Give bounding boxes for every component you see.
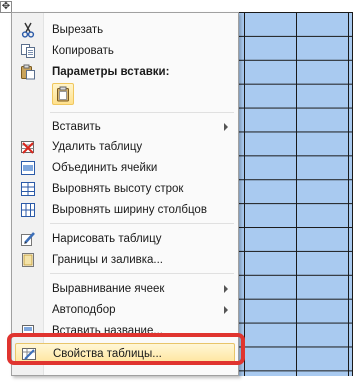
menu-item-label: Границы и заливка... bbox=[52, 254, 163, 266]
distribute-rows-icon bbox=[20, 181, 36, 197]
empty-icon-slot bbox=[20, 302, 36, 318]
menu-item-label: Нарисовать таблицу bbox=[52, 233, 162, 245]
menu-item-label: Выравнивание ячеек bbox=[52, 283, 165, 295]
annotation-highlight-frame bbox=[7, 333, 245, 365]
merge-cells-icon bbox=[20, 160, 36, 176]
submenu-arrow-icon bbox=[224, 123, 228, 131]
distribute-columns-icon bbox=[20, 202, 36, 218]
copy-icon bbox=[20, 43, 36, 59]
submenu-arrow-icon bbox=[224, 306, 228, 314]
menu-separator bbox=[50, 273, 234, 274]
empty-icon-slot bbox=[20, 119, 36, 135]
menu-item-label: Копировать bbox=[52, 45, 114, 57]
pencil-icon bbox=[20, 231, 36, 247]
empty-icon-slot bbox=[20, 281, 36, 297]
menu-item-label: Автоподбор bbox=[52, 304, 116, 316]
menu-item-paste-options: Параметры вставки: bbox=[13, 62, 237, 82]
menu-item-label: Выровнять высоту строк bbox=[52, 183, 184, 195]
menu-item-label: Объединить ячейки bbox=[52, 162, 158, 174]
menu-item-copy[interactable]: Копировать bbox=[13, 41, 237, 61]
menu-item-cell-alignment[interactable]: Выравнивание ячеек bbox=[13, 279, 237, 299]
menu-item-distribute-columns[interactable]: Выровнять ширину столбцов bbox=[13, 200, 237, 220]
menu-item-insert[interactable]: Вставить bbox=[13, 117, 237, 137]
menu-item-distribute-rows[interactable]: Выровнять высоту строк bbox=[13, 179, 237, 199]
menu-item-delete-table[interactable]: Удалить таблицу bbox=[13, 137, 237, 157]
menu-item-cut[interactable]: Вырезать bbox=[13, 20, 237, 40]
context-menu: Вырезать Копировать Параметры вставки: В… bbox=[11, 12, 239, 376]
menu-item-draw-table[interactable]: Нарисовать таблицу bbox=[13, 229, 237, 249]
menu-item-label: Вставить bbox=[52, 121, 101, 133]
paste-clipboard-icon bbox=[20, 64, 36, 80]
menu-item-autofit[interactable]: Автоподбор bbox=[13, 300, 237, 320]
menu-item-label: Параметры вставки: bbox=[52, 66, 170, 78]
menu-item-label: Вырезать bbox=[52, 24, 104, 36]
menu-separator bbox=[50, 112, 234, 113]
menu-separator bbox=[50, 223, 234, 224]
menu-item-borders-shading[interactable]: Границы и заливка... bbox=[13, 250, 237, 270]
menu-item-label: Удалить таблицу bbox=[52, 141, 143, 153]
menu-item-merge-cells[interactable]: Объединить ячейки bbox=[13, 158, 237, 178]
delete-table-icon bbox=[20, 139, 36, 155]
borders-icon bbox=[20, 252, 36, 268]
paste-clipboard-icon bbox=[57, 86, 69, 102]
scissors-icon bbox=[20, 22, 36, 38]
submenu-arrow-icon bbox=[224, 285, 228, 293]
menu-item-label: Выровнять ширину столбцов bbox=[52, 204, 207, 216]
paste-keep-formatting-button[interactable] bbox=[52, 83, 74, 105]
